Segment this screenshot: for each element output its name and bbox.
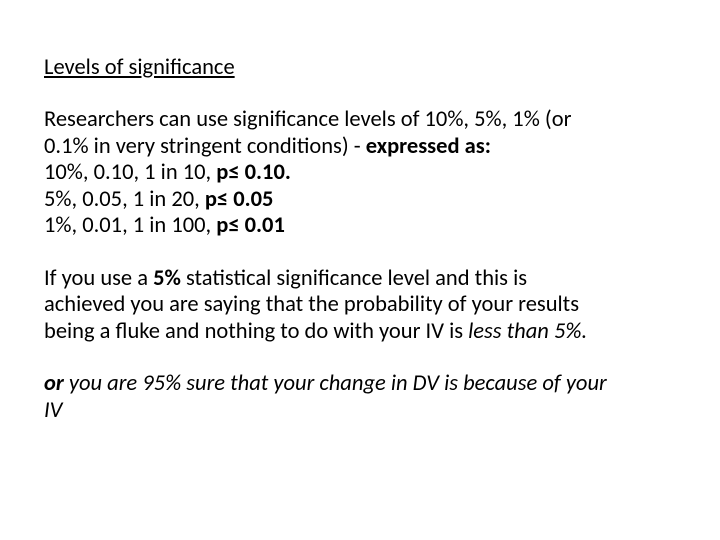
p1-part-a: If you use a [44,265,153,292]
level-5-text: 5%, 0.05, 1 in 20, [44,186,205,213]
p1-part-e: being a fluke and nothing to do with you… [44,318,468,345]
paragraph-1: If you use a 5% statistical significance… [44,266,676,346]
intro-line-1: Researchers can use significance levels … [44,106,571,133]
level-1-p: p≤ 0.01 [216,212,285,239]
p1-part-d: achieved you are saying that the probabi… [44,291,579,318]
intro-expressed-as: expressed as: [366,133,491,160]
level-5-p: p≤ 0.05 [205,186,274,213]
level-1-text: 1%, 0.01, 1 in 100, [44,212,216,239]
level-10-p: p≤ 0.10. [216,159,291,186]
p2-part-b: you are 95% sure that your change in DV … [64,370,607,397]
level-10-text: 10%, 0.10, 1 in 10, [44,159,216,186]
p1-5pct: 5% [153,265,181,292]
p1-part-c: statistical significance level and this … [181,265,527,292]
p2-or: or [44,370,64,397]
paragraph-2: or you are 95% sure that your change in … [44,371,676,424]
slide-title: Levels of significance [44,54,676,81]
p1-lessthan: less than 5%. [468,318,587,345]
slide: Levels of significance Researchers can u… [0,0,720,424]
p2-part-c: IV [44,397,62,424]
intro-block: Researchers can use significance levels … [44,107,676,240]
intro-line-2a: 0.1% in very stringent conditions) - [44,133,366,160]
